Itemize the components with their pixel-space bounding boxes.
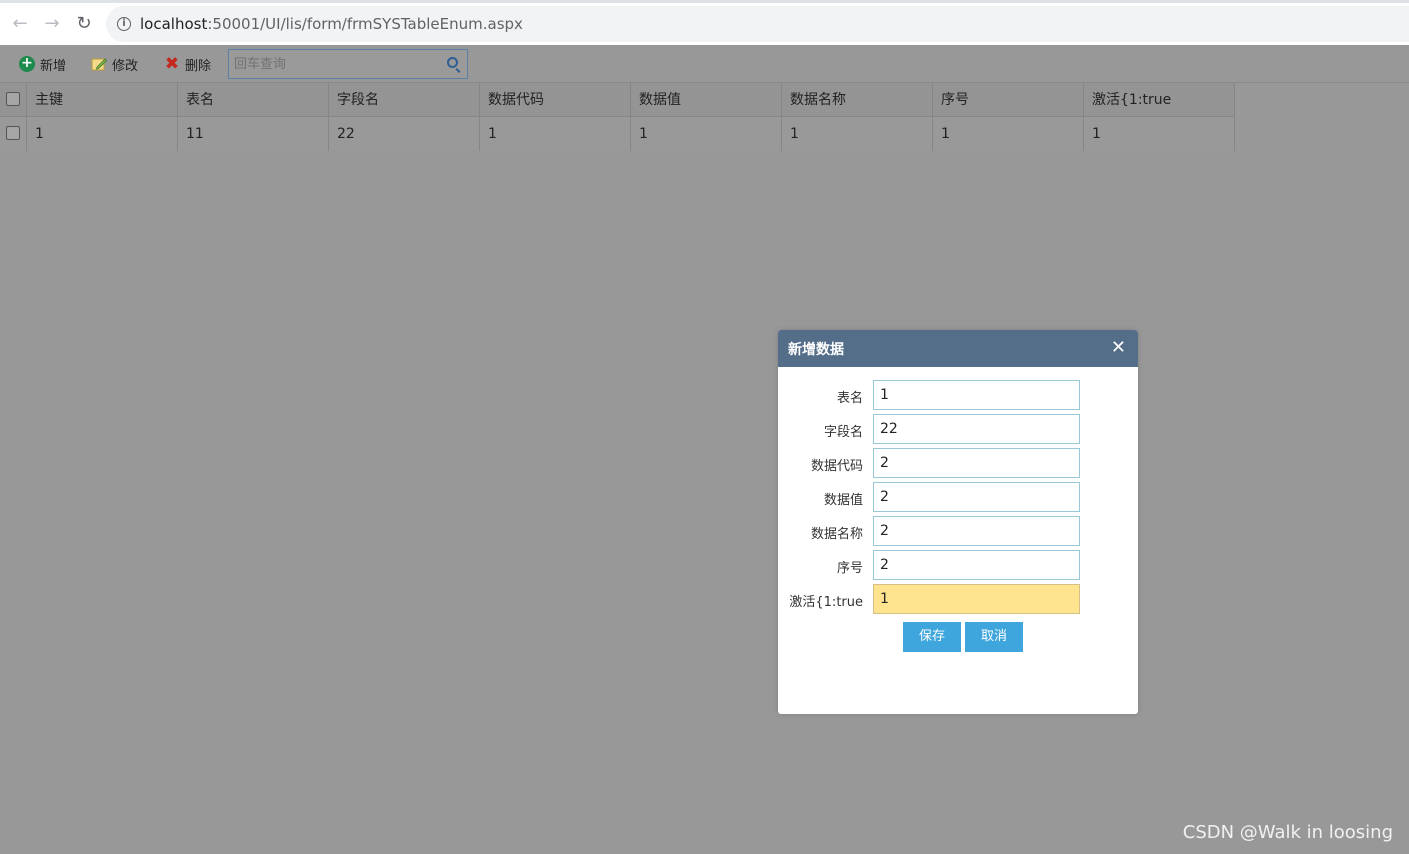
data-name-field[interactable] <box>873 516 1080 546</box>
watermark: CSDN @Walk in loosing <box>1182 822 1393 843</box>
info-icon[interactable]: i <box>117 17 131 31</box>
field-label: 序号 <box>836 561 863 576</box>
data-value-field[interactable] <box>873 482 1080 512</box>
table-cell: 1 <box>27 117 178 151</box>
add-button-label: 新增 <box>40 58 67 74</box>
search-input[interactable] <box>234 55 434 73</box>
column-header[interactable]: 数据代码 <box>480 83 631 117</box>
table-cell: 1 <box>933 117 1084 151</box>
form-row-active: 激活{1:true <box>778 584 1138 614</box>
url-host: localhost <box>140 15 208 33</box>
form-row-sequence: 序号 <box>778 550 1138 580</box>
url-text[interactable]: localhost:50001/UI/lis/form/frmSYSTableE… <box>140 15 523 33</box>
data-code-field[interactable] <box>873 448 1080 478</box>
forward-arrow-icon[interactable]: → <box>41 13 63 35</box>
close-icon[interactable]: ✕ <box>1111 338 1126 358</box>
field-label: 数据值 <box>823 493 863 508</box>
table-cell: 22 <box>329 117 480 151</box>
form-row-field-name: 字段名 <box>778 414 1138 444</box>
delete-button[interactable]: ✖ 删除 <box>164 54 211 74</box>
table-row[interactable]: 1 11 22 1 1 1 1 1 <box>0 117 1235 151</box>
field-label: 字段名 <box>823 425 863 440</box>
add-circle-icon: + <box>19 56 35 72</box>
pencil-icon <box>91 56 108 72</box>
url-path: :50001/UI/lis/form/frmSYSTableEnum.aspx <box>207 15 523 33</box>
dialog-title: 新增数据 <box>788 342 844 358</box>
field-label: 激活{1:true <box>789 595 863 610</box>
app-toolbar: + 新增 修改 ✖ 删除 <box>0 45 1409 83</box>
form-row-data-name: 数据名称 <box>778 516 1138 546</box>
column-header[interactable]: 序号 <box>933 83 1084 117</box>
field-label: 数据名称 <box>810 527 863 542</box>
add-button[interactable]: + 新增 <box>19 54 66 74</box>
column-header[interactable]: 数据值 <box>631 83 782 117</box>
edit-button[interactable]: 修改 <box>91 54 138 74</box>
edit-button-label: 修改 <box>112 58 139 74</box>
delete-x-icon: ✖ <box>164 54 180 74</box>
column-header[interactable]: 字段名 <box>329 83 480 117</box>
sequence-field[interactable] <box>873 550 1080 580</box>
search-icon[interactable] <box>447 57 458 68</box>
select-all-cell <box>0 83 27 117</box>
cancel-button[interactable]: 取消 <box>965 622 1023 652</box>
form-row-data-value: 数据值 <box>778 482 1138 512</box>
table-cell: 1 <box>782 117 933 151</box>
table-cell: 1 <box>1084 117 1235 151</box>
form-row-table-name: 表名 <box>778 380 1138 410</box>
column-header[interactable]: 数据名称 <box>782 83 933 117</box>
table-name-field[interactable] <box>873 380 1080 410</box>
field-label: 数据代码 <box>810 459 863 474</box>
column-header[interactable]: 表名 <box>178 83 329 117</box>
grid-header-row: 主键 表名 字段名 数据代码 数据值 数据名称 序号 激活{1:true <box>0 83 1235 117</box>
field-name-field[interactable] <box>873 414 1080 444</box>
row-checkbox[interactable] <box>6 125 20 140</box>
dialog-header[interactable]: 新增数据 ✕ <box>778 330 1138 367</box>
add-data-dialog: 新增数据 ✕ 表名 字段名 数据代码 数据值 数据名称 序号 激活{1:true… <box>778 330 1138 714</box>
save-button[interactable]: 保存 <box>903 622 961 652</box>
back-arrow-icon[interactable]: ← <box>9 13 31 35</box>
row-select-cell <box>0 117 27 151</box>
reload-icon[interactable]: ↻ <box>73 13 95 35</box>
column-header[interactable]: 主键 <box>27 83 178 117</box>
field-label: 表名 <box>836 391 863 406</box>
address-bar[interactable]: i localhost:50001/UI/lis/form/frmSYSTabl… <box>106 6 1409 42</box>
browser-toolbar: ← → ↻ i localhost:50001/UI/lis/form/frmS… <box>0 3 1409 45</box>
table-cell: 1 <box>480 117 631 151</box>
delete-button-label: 删除 <box>185 58 212 74</box>
browser-bar: ← → ↻ i localhost:50001/UI/lis/form/frmS… <box>0 0 1409 45</box>
column-header[interactable]: 激活{1:true <box>1084 83 1235 117</box>
search-box[interactable] <box>228 49 468 79</box>
form-row-data-code: 数据代码 <box>778 448 1138 478</box>
data-grid: 主键 表名 字段名 数据代码 数据值 数据名称 序号 激活{1:true 1 1… <box>0 83 1235 151</box>
table-cell: 11 <box>178 117 329 151</box>
table-cell: 1 <box>631 117 782 151</box>
select-all-checkbox[interactable] <box>6 91 20 106</box>
active-field[interactable] <box>873 584 1080 614</box>
